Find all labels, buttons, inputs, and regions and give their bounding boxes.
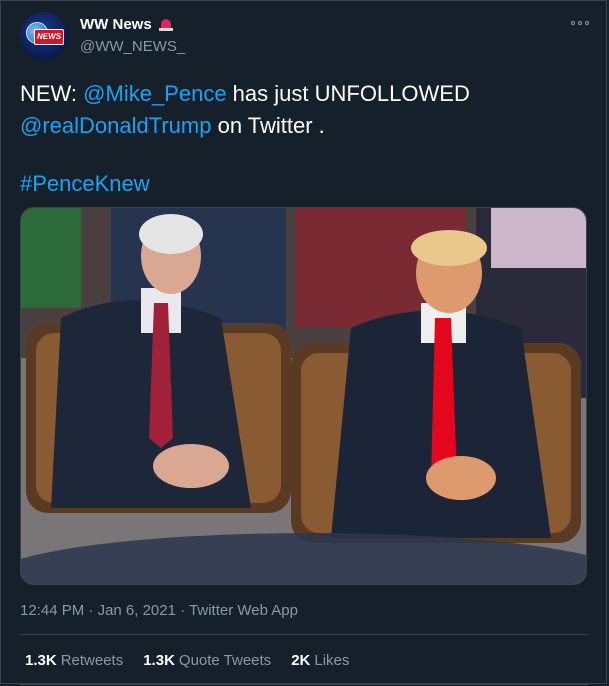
news-badge: NEWS [34,29,64,45]
quote-tweets-label: Quote Tweets [178,652,272,669]
likes-label: Likes [314,652,350,669]
police-siren-icon [158,17,174,32]
tweet-date[interactable]: Jan 6, 2021 [98,602,176,619]
tweet-meta: 12:44 PM · Jan 6, 2021 · Twitter Web App [20,602,298,619]
retweets-stat[interactable]: 1.3K Retweets [25,652,123,669]
tweet-time[interactable]: 12:44 PM [20,602,84,619]
name-row: WW News [80,16,174,33]
user-handle[interactable]: @WW_NEWS_ [80,38,185,55]
avatar[interactable]: NEWS [20,12,68,60]
photo-illustration [21,208,586,584]
tweet-paragraph: NEW: @Mike_Pence has just UNFOLLOWED @re… [20,78,590,142]
tweet-header: NEWS WW News @WW_NEWS_ [20,12,590,64]
likes-count: 2K [291,652,311,669]
tweet-text: NEW: @Mike_Pence has just UNFOLLOWED @re… [20,78,590,200]
separator-dot: · [84,602,98,619]
display-name[interactable]: WW News [80,16,152,33]
hashtag-link[interactable]: #PenceKnew [20,171,150,196]
divider [20,684,588,685]
divider [20,634,588,635]
mention-link-pence[interactable]: @Mike_Pence [83,81,226,106]
quote-tweets-stat[interactable]: 1.3K Quote Tweets [143,652,271,669]
likes-stat[interactable]: 2K Likes [291,652,349,669]
quote-tweets-count: 1.3K [143,652,175,669]
tweet-paragraph-2: #PenceKnew [20,168,590,200]
tweet-photo[interactable] [20,207,587,585]
engagement-stats: 1.3K Retweets 1.3K Quote Tweets 2K Likes [25,652,349,669]
tweet-suffix: on Twitter . [211,113,325,138]
more-options-icon[interactable] [570,18,590,28]
separator-dot: · [175,602,190,619]
tweet-middle: has just UNFOLLOWED [226,81,470,106]
tweet-source[interactable]: Twitter Web App [189,602,298,619]
retweets-label: Retweets [60,652,124,669]
mention-link-trump[interactable]: @realDonaldTrump [20,113,211,138]
tweet-prefix: NEW: [20,81,84,106]
retweets-count: 1.3K [25,652,57,669]
